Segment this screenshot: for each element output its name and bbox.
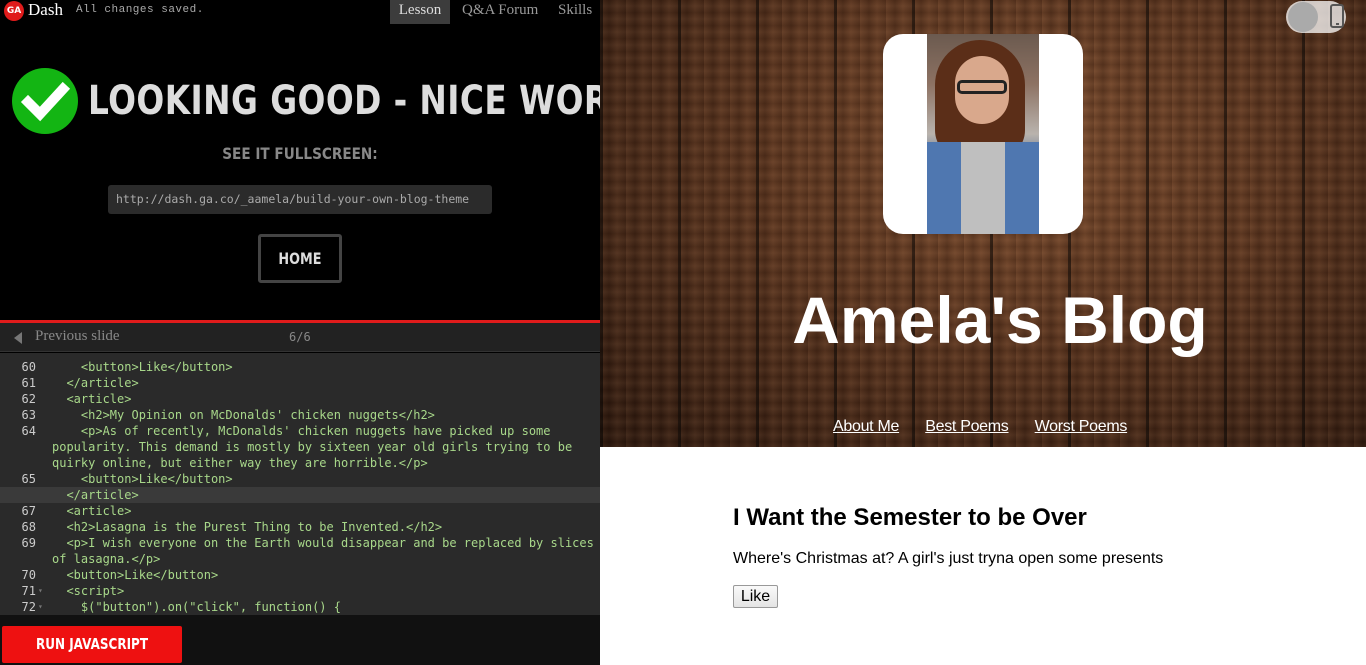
hero-header: Amela's Blog About Me Best Poems Worst P… [600, 0, 1366, 447]
home-button[interactable]: HOME [258, 234, 342, 283]
code-line[interactable]: quirky online, but either way they are h… [52, 455, 600, 471]
tab-qa-forum[interactable]: Q&A Forum [454, 0, 546, 24]
fullscreen-url-field[interactable]: http://dash.ga.co/_aamela/build-your-own… [108, 185, 492, 214]
previous-slide-link[interactable]: Previous slide [35, 328, 120, 345]
dash-editor-pane: GA Dash All changes saved. Lesson Q&A Fo… [0, 0, 600, 665]
code-text-area[interactable]: <button>Like</button> </article> <articl… [44, 353, 600, 615]
like-button[interactable]: Like [733, 585, 778, 608]
code-line[interactable]: $("button").on("click", function() { [52, 599, 600, 615]
line-number: 64 [21, 424, 36, 438]
line-number: 71 [21, 584, 36, 598]
avatar [883, 34, 1083, 234]
blog-title: Amela's Blog [600, 282, 1366, 358]
save-status: All changes saved. [76, 4, 204, 16]
code-line[interactable]: <article> [52, 503, 600, 519]
toggle-knob[interactable] [1288, 2, 1318, 32]
fold-arrow-icon[interactable]: ▾ [38, 599, 43, 615]
home-button-label: HOME [278, 249, 322, 268]
blog-title-text: Amela's Blog [792, 283, 1208, 357]
code-line[interactable]: </article> [52, 487, 600, 503]
ga-logo-icon: GA [4, 1, 24, 21]
post-title: I Want the Semester to be Over [733, 504, 1087, 531]
line-number: 65 [21, 472, 36, 486]
slide-counter: 6/6 [289, 330, 311, 344]
run-javascript-button[interactable]: RUN JAVASCRIPT [2, 626, 182, 663]
fold-arrow-icon[interactable]: ▾ [38, 583, 43, 599]
code-line[interactable]: popularity. This demand is mostly by six… [52, 439, 600, 455]
code-line[interactable]: <h2>My Opinion on McDonalds' chicken nug… [52, 407, 600, 423]
chevron-left-icon[interactable] [14, 332, 22, 344]
top-bar: GA Dash All changes saved. Lesson Q&A Fo… [0, 0, 600, 24]
tab-skills[interactable]: Skills [550, 0, 600, 24]
line-number: 70 [21, 568, 36, 582]
tab-lesson[interactable]: Lesson [390, 0, 450, 24]
line-number: 69 [21, 536, 36, 550]
code-line[interactable]: <button>Like</button> [52, 471, 600, 487]
success-panel: LOOKING GOOD - NICE WORK! SEE IT FULLSCR… [0, 24, 600, 322]
blog-preview-pane: Amela's Blog About Me Best Poems Worst P… [600, 0, 1366, 665]
run-button-label: RUN JAVASCRIPT [35, 635, 149, 653]
code-line[interactable]: <p>I wish everyone on the Earth would di… [52, 535, 600, 551]
nav-link-worst-poems[interactable]: Worst Poems [1035, 418, 1128, 435]
code-line[interactable]: </article> [52, 375, 600, 391]
code-line[interactable]: <button>Like</button> [52, 567, 600, 583]
code-editor[interactable]: 606162636465666768697071▾72▾ <button>Lik… [0, 353, 600, 615]
post-body: Where's Christmas at? A girl's just tryn… [733, 550, 1164, 567]
line-number: 62 [21, 392, 36, 406]
line-number: 72 [21, 600, 36, 614]
checkmark-icon [12, 68, 78, 134]
nav-link-best-poems[interactable]: Best Poems [925, 418, 1009, 435]
success-headline: LOOKING GOOD - NICE WORK! [88, 78, 600, 124]
photo-shirt [961, 142, 1005, 234]
code-line[interactable]: <button>Like</button> [52, 359, 600, 375]
photo-glasses [957, 80, 1007, 94]
app-name[interactable]: Dash [28, 0, 63, 20]
run-bar: RUN JAVASCRIPT [0, 615, 600, 665]
line-number-gutter: 606162636465666768697071▾72▾ [0, 353, 44, 615]
code-line[interactable]: <script> [52, 583, 600, 599]
code-line[interactable]: <p>As of recently, McDonalds' chicken nu… [52, 423, 600, 439]
line-number: 63 [21, 408, 36, 422]
nav-link-about-me[interactable]: About Me [833, 418, 899, 435]
line-number: 68 [21, 520, 36, 534]
line-number: 67 [21, 504, 36, 518]
blog-nav: About Me Best Poems Worst Poems [833, 418, 1149, 436]
profile-photo [927, 34, 1039, 234]
code-line[interactable]: <h2>Lasagna is the Purest Thing to be In… [52, 519, 600, 535]
fullscreen-label: SEE IT FULLSCREEN: [222, 144, 378, 163]
line-number: 61 [21, 376, 36, 390]
code-line[interactable]: of lasagna.</p> [52, 551, 600, 567]
phone-icon[interactable] [1330, 4, 1344, 28]
slide-nav-bar: Previous slide 6/6 [0, 323, 600, 352]
line-number: 60 [21, 360, 36, 374]
code-line[interactable]: <article> [52, 391, 600, 407]
